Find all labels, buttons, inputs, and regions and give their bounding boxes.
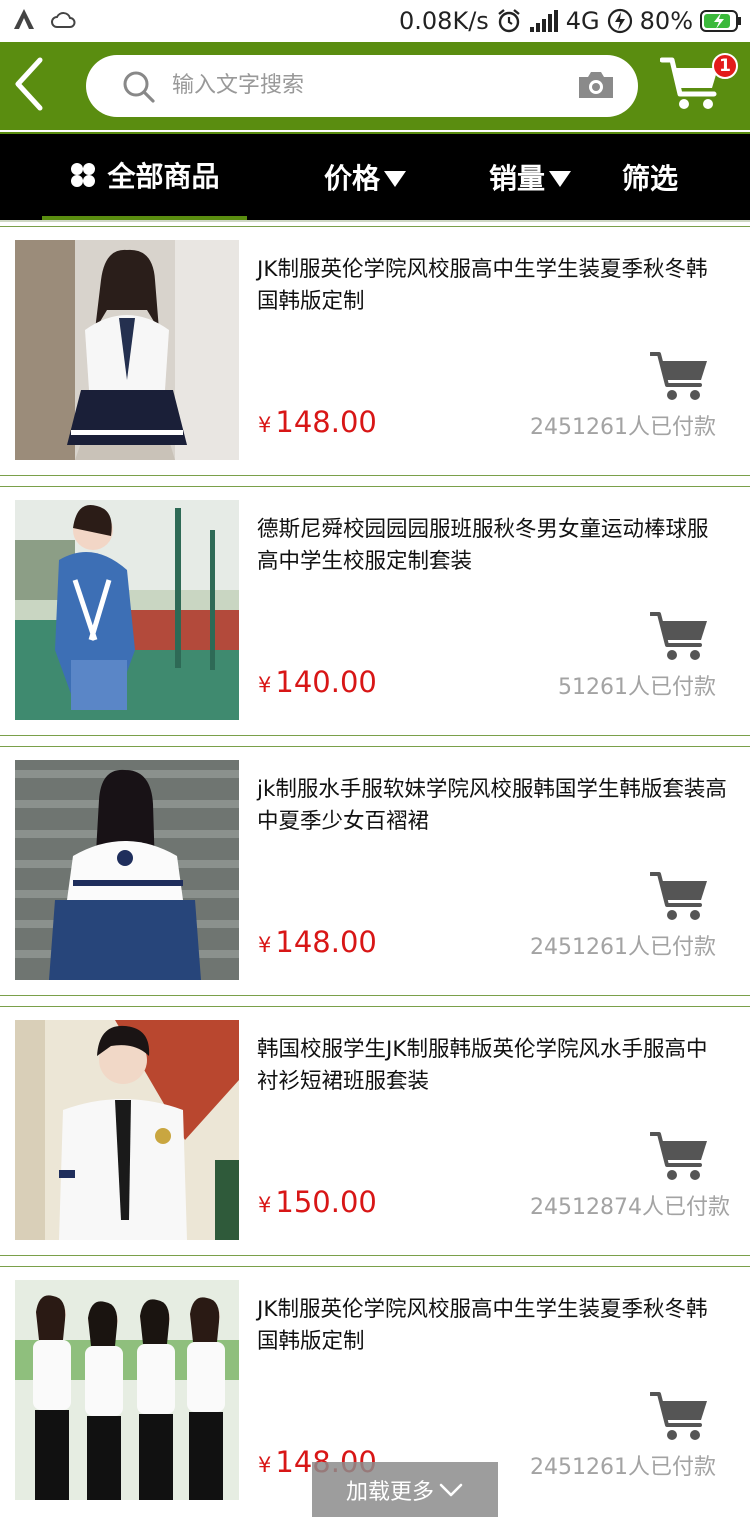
product-card[interactable]: 德斯尼舜校园园园服班服秋冬男女童运动棒球服高中学生校服定制套装 ¥140.00 … — [0, 486, 750, 736]
cart-icon — [649, 1132, 707, 1180]
chevron-down-icon — [439, 1483, 463, 1496]
cart-icon — [649, 347, 707, 400]
product-title[interactable]: 韩国校服学生JK制服韩版英伦学院风水手服高中衬衫短裙班服套装 — [257, 1034, 727, 1098]
network-type: 4G — [565, 7, 600, 35]
tab-all-products[interactable]: 全部商品 — [42, 134, 247, 220]
search-placeholder: 输入文字搜索 — [172, 73, 305, 98]
cart-button[interactable]: 1 — [659, 52, 744, 124]
sold-count: 2451261人已付款 — [530, 1455, 716, 1480]
product-price: ¥148.00 — [258, 405, 377, 439]
triangle-down-icon — [384, 171, 406, 187]
chevron-left-icon — [15, 57, 43, 111]
product-title[interactable]: JK制服英伦学院风校服高中生学生装夏季秋冬韩国韩版定制 — [257, 254, 727, 318]
charging-icon — [607, 8, 632, 34]
search-input[interactable]: 输入文字搜索 — [86, 55, 638, 117]
tab-filter[interactable]: 筛选 — [605, 134, 695, 220]
product-card[interactable]: 韩国校服学生JK制服韩版英伦学院风水手服高中衬衫短裙班服套装 ¥150.00 2… — [0, 1006, 750, 1256]
filter-bar: 全部商品 价格 销量 筛选 — [0, 132, 750, 220]
load-more-button[interactable]: 加载更多 — [312, 1462, 498, 1517]
tab-filter-label: 筛选 — [621, 162, 678, 195]
add-to-cart-button[interactable] — [649, 1385, 710, 1445]
grid-icon — [71, 163, 96, 187]
tab-price[interactable]: 价格 — [300, 134, 430, 220]
cart-icon — [649, 1392, 707, 1440]
weather-icon — [51, 12, 76, 28]
sold-count: 2451261人已付款 — [530, 935, 716, 960]
load-more-label: 加载更多 — [345, 1479, 434, 1505]
product-image[interactable] — [15, 1280, 239, 1500]
cart-icon — [649, 872, 707, 920]
product-card[interactable]: jk制服水手服软妹学院风校服韩国学生韩版套装高中夏季少女百褶裙 ¥148.00 … — [0, 746, 750, 996]
product-title[interactable]: 德斯尼舜校园园园服班服秋冬男女童运动棒球服高中学生校服定制套装 — [257, 514, 727, 578]
add-to-cart-button[interactable] — [649, 605, 710, 665]
signal-icon — [529, 10, 558, 32]
status-bar: 0.08K/s 4G 80% — [0, 0, 750, 42]
product-image[interactable] — [15, 760, 239, 980]
product-image[interactable] — [15, 1020, 239, 1240]
add-to-cart-button[interactable] — [649, 345, 710, 405]
product-image[interactable] — [15, 240, 239, 460]
status-right: 0.08K/s 4G 80% — [399, 6, 742, 36]
back-button[interactable] — [8, 54, 52, 114]
product-price: ¥148.00 — [258, 925, 377, 959]
header: 输入文字搜索 1 — [0, 42, 750, 130]
alarm-icon — [498, 9, 520, 33]
sold-count: 51261人已付款 — [558, 675, 716, 700]
product-title[interactable]: JK制服英伦学院风校服高中生学生装夏季秋冬韩国韩版定制 — [257, 1294, 727, 1358]
add-to-cart-button[interactable] — [649, 865, 710, 925]
battery-percent: 80% — [639, 7, 693, 35]
product-image[interactable] — [15, 500, 239, 720]
battery-icon — [700, 10, 741, 32]
cart-icon — [649, 612, 707, 660]
tab-sales-label: 销量 — [488, 162, 545, 195]
product-price: ¥150.00 — [258, 1185, 377, 1219]
app-icon — [14, 9, 34, 29]
cart-badge: 1 — [712, 53, 738, 79]
product-card[interactable]: JK制服英伦学院风校服高中生学生装夏季秋冬韩国韩版定制 ¥148.00 2451… — [0, 226, 750, 476]
product-price: ¥140.00 — [258, 665, 377, 699]
network-speed: 0.08K/s — [399, 7, 489, 35]
divider — [0, 220, 750, 222]
sold-count: 2451261人已付款 — [530, 415, 716, 440]
add-to-cart-button[interactable] — [649, 1125, 710, 1185]
sold-count: 24512874人已付款 — [530, 1195, 730, 1220]
tab-sales[interactable]: 销量 — [465, 134, 595, 220]
product-title[interactable]: jk制服水手服软妹学院风校服韩国学生韩版套装高中夏季少女百褶裙 — [257, 774, 727, 838]
status-left-icons — [12, 8, 76, 30]
tab-price-label: 价格 — [323, 162, 380, 195]
search-icon — [123, 71, 155, 103]
triangle-down-icon — [549, 171, 571, 187]
tab-all-label: 全部商品 — [107, 160, 220, 193]
camera-icon[interactable] — [576, 69, 616, 101]
